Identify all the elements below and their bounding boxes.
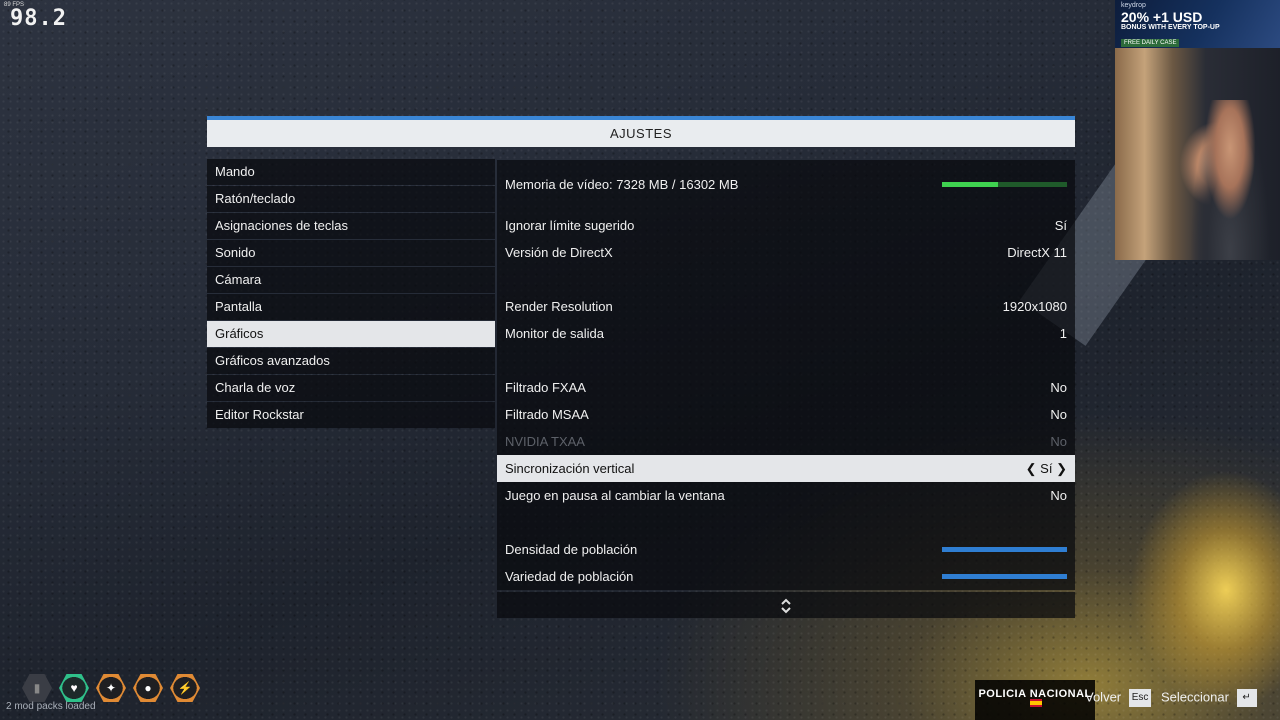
setting-txaa: NVIDIA TXAA No [497, 428, 1075, 455]
scroll-indicator[interactable] [497, 592, 1075, 618]
population-density-slider[interactable] [942, 547, 1067, 552]
health-heart-icon: ♥ [59, 674, 89, 702]
setting-label: NVIDIA TXAA [505, 434, 585, 449]
setting-label: Filtrado FXAA [505, 380, 586, 395]
hunger-fork-knife-icon: ✦ [96, 674, 126, 702]
menu-item-sonido[interactable]: Sonido [207, 240, 495, 266]
setting-label: Monitor de salida [505, 326, 604, 341]
video-memory-bar-fill [942, 182, 999, 187]
setting-ignore-limit[interactable]: Ignorar límite sugerido Sí [497, 212, 1075, 239]
spacer-row [497, 347, 1075, 374]
background-light [1130, 470, 1280, 710]
setting-render-resolution[interactable]: Render Resolution 1920x1080 [497, 293, 1075, 320]
back-label: Volver [1085, 689, 1122, 705]
webcam-person [1190, 100, 1270, 260]
setting-value: No [1050, 434, 1067, 449]
thirst-drop-icon: ● [133, 674, 163, 702]
graphics-settings-panel: Memoria de vídeo: 7328 MB / 16302 MB Ign… [497, 160, 1075, 618]
select-label: Seleccionar [1161, 689, 1229, 705]
menu-item-charla-voz[interactable]: Charla de voz [207, 375, 495, 401]
setting-directx-version[interactable]: Versión de DirectX DirectX 11 [497, 239, 1075, 266]
setting-label: Filtrado MSAA [505, 407, 589, 422]
setting-label: Render Resolution [505, 299, 613, 314]
setting-value: Sí [1040, 461, 1053, 476]
setting-value: No [1050, 380, 1067, 395]
setting-population-density[interactable]: Densidad de población [497, 536, 1075, 563]
setting-label: Densidad de población [505, 542, 638, 557]
menu-item-asignaciones[interactable]: Asignaciones de teclas [207, 213, 495, 239]
fps-counter: 98.2 [10, 6, 67, 31]
video-memory-bar [942, 182, 1067, 187]
sponsor-tag: FREE DAILY CASE [1121, 39, 1180, 47]
select-hint[interactable]: Seleccionar ↵ [1161, 689, 1257, 707]
setting-fxaa[interactable]: Filtrado FXAA No [497, 374, 1075, 401]
chevron-right-icon[interactable]: ❯ [1056, 461, 1067, 476]
sponsor-subline: BONUS WITH EVERY TOP-UP [1121, 24, 1220, 31]
settings-title-bar: AJUSTES [207, 116, 1075, 147]
chevron-left-icon[interactable]: ❮ [1026, 461, 1037, 476]
status-hud: ▮ ♥ ✦ ● ⚡ [22, 674, 200, 702]
menu-item-graficos-avanzados[interactable]: Gráficos avanzados [207, 348, 495, 374]
spacer-row [497, 509, 1075, 536]
setting-label: Juego en pausa al cambiar la ventana [505, 488, 725, 503]
sponsor-headline: 20% +1 USD [1121, 9, 1203, 25]
setting-output-monitor[interactable]: Monitor de salida 1 [497, 320, 1075, 347]
setting-value: Sí [1054, 218, 1067, 233]
setting-label: Versión de DirectX [505, 245, 613, 260]
armor-icon: ▮ [22, 674, 52, 702]
back-hint[interactable]: Volver Esc [1085, 689, 1152, 707]
setting-label: Variedad de población [505, 569, 634, 584]
policia-nacional-logo: POLICIA NACIONAL [975, 680, 1095, 720]
setting-value: DirectX 11 [1007, 245, 1067, 260]
menu-item-pantalla[interactable]: Pantalla [207, 294, 495, 320]
population-variety-slider[interactable] [942, 574, 1067, 579]
setting-value: No [1050, 488, 1067, 503]
menu-item-editor-rockstar[interactable]: Editor Rockstar [207, 402, 495, 428]
energy-bolt-icon: ⚡ [170, 674, 200, 702]
menu-item-camara[interactable]: Cámara [207, 267, 495, 293]
sponsor-brand: keydrop [1121, 2, 1146, 9]
menu-item-mando[interactable]: Mando [207, 159, 495, 185]
setting-label: Ignorar límite sugerido [505, 218, 635, 233]
esc-key-icon: Esc [1128, 689, 1152, 707]
spacer-row [497, 266, 1075, 293]
setting-pause-on-focus-loss[interactable]: Juego en pausa al cambiar la ventana No [497, 482, 1075, 509]
menu-item-graficos[interactable]: Gráficos [207, 321, 495, 347]
enter-key-icon: ↵ [1236, 689, 1257, 707]
setting-population-variety[interactable]: Variedad de población [497, 563, 1075, 590]
video-memory-label: Memoria de vídeo: 7328 MB / 16302 MB [505, 177, 739, 192]
sponsor-banner: keydrop 20% +1 USD BONUS WITH EVERY TOP-… [1115, 0, 1280, 48]
mod-packs-status: 2 mod packs loaded [6, 701, 96, 712]
settings-category-menu: Mando Ratón/teclado Asignaciones de tecl… [207, 159, 495, 429]
setting-value: 1920x1080 [1002, 299, 1067, 314]
setting-value: No [1050, 407, 1067, 422]
setting-value: 1 [1059, 326, 1067, 341]
setting-msaa[interactable]: Filtrado MSAA No [497, 401, 1075, 428]
scroll-updown-icon [781, 598, 791, 614]
setting-label: Sincronización vertical [505, 461, 635, 476]
video-memory-row: Memoria de vídeo: 7328 MB / 16302 MB [497, 160, 1075, 212]
setting-vsync[interactable]: Sincronización vertical ❮ Sí ❯ [497, 455, 1075, 482]
spain-flag-icon [1030, 699, 1042, 707]
menu-item-raton-teclado[interactable]: Ratón/teclado [207, 186, 495, 212]
setting-value-selector: ❮ Sí ❯ [1026, 455, 1067, 482]
